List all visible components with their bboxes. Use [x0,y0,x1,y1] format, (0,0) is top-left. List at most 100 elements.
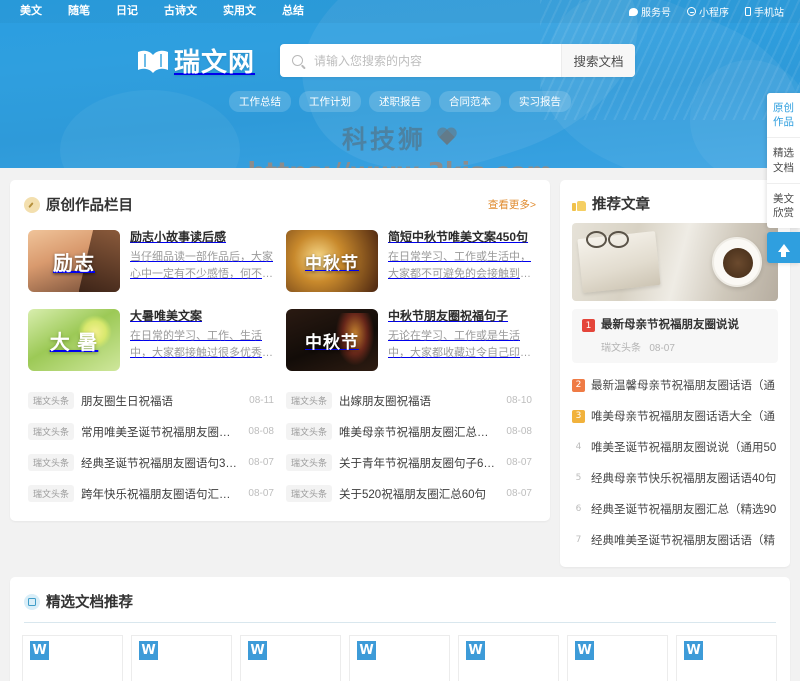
article-description: 在日常的学习、工作、生活中，大家都接触过很多优秀的文案吧，文案用 [130,330,273,360]
link-date: 08-07 [248,457,274,468]
hot-tag-contract-template[interactable]: 合同范本 [439,91,501,112]
service-account-link[interactable]: 服务号 [629,4,671,19]
mobile-site-link[interactable]: 手机站 [745,4,784,19]
hot-tag-work-summary[interactable]: 工作总结 [229,91,291,112]
article-card-grid: 励志 励志小故事读后感 当仔细品读一部作品后，大家心中一定有不少感悟，何不静下心… [10,225,550,383]
word-file-icon: W [30,641,49,661]
document-thumbnail[interactable]: W [676,635,777,681]
search-box: 搜索文档 [280,44,636,77]
ranked-article-title[interactable]: 经典母亲节快乐祝福朋友圈话语40句 [591,470,778,486]
link-date: 08-07 [506,488,532,499]
recommended-articles-panel: 推荐文章 1 最新母亲节祝福朋友圈说说 瑞文头条 08-07 2 最新温馨母亲节… [560,180,790,568]
ranked-article-title[interactable]: 经典唯美圣诞节祝福朋友圈话语（精 [591,532,778,548]
original-works-header: 原创作品栏目 查看更多> [10,180,550,225]
document-thumbnail[interactable]: W [458,635,559,681]
wechat-icon [629,7,638,16]
link-title[interactable]: 经典圣诞节祝福朋友圈语句30句精选 [81,455,241,471]
list-item[interactable]: 瑞文头条 经典圣诞节祝福朋友圈语句30句精选 08-07 [22,447,280,478]
float-nav-item-essay-appreciation[interactable]: 美文 欣赏 [767,184,800,228]
article-card[interactable]: 中秋节 中秋节朋友圈祝福句子 无论在学习、工作或是生活中，大家都收藏过令自己印象… [280,304,538,383]
article-title: 大暑唯美文案 [130,309,203,323]
article-card[interactable]: 中秋节 简短中秋节唯美文案450句 在日常学习、工作或生活中，大家都不可避免的会… [280,225,538,304]
topnav-item-suibi[interactable]: 随笔 [55,0,103,23]
thumbnail-caption: 大 暑 [49,331,99,354]
rank-badge: 6 [575,504,582,515]
list-item[interactable]: 瑞文头条 常用唯美圣诞节祝福朋友圈大全（通... 08-08 [22,416,280,447]
document-thumbnail[interactable]: W [240,635,341,681]
floating-side-nav: 原创 作品 精选 文档 美文 欣赏 [767,93,800,264]
recommended-title: 推荐文章 [592,197,650,213]
link-title[interactable]: 常用唯美圣诞节祝福朋友圈大全（通... [81,424,241,440]
document-thumbnail[interactable]: W [131,635,232,681]
topnav-item-meiwen[interactable]: 美文 [14,0,55,23]
word-file-icon: W [466,641,485,661]
view-more-link[interactable]: 查看更多> [488,197,536,212]
link-title[interactable]: 跨年快乐祝福朋友圈语句汇总（精选... [81,486,241,502]
float-nav-item-featured-docs[interactable]: 精选 文档 [767,138,800,184]
arrow-up-icon [777,243,790,257]
ranked-article-title[interactable]: 经典圣诞节祝福朋友圈汇总（精选90 [591,501,778,517]
list-item[interactable]: 6 经典圣诞节祝福朋友圈汇总（精选90 [572,493,778,524]
link-title[interactable]: 唯美母亲节祝福朋友圈汇总（精选80... [339,424,499,440]
ranked-article-list: 2 最新温馨母亲节祝福朋友圈话语（通 3 唯美母亲节祝福朋友圈话语大全（通 4 … [560,363,790,567]
document-thumbnail[interactable]: W [349,635,450,681]
back-to-top-button[interactable] [767,232,800,264]
topnav-item-shiyongwen[interactable]: 实用文 [210,0,269,23]
list-item[interactable]: 5 经典母亲节快乐祝福朋友圈话语40句 [572,462,778,493]
list-item[interactable]: 瑞文头条 关于青年节祝福朋友圈句子60句精选 08-07 [280,447,538,478]
article-title: 简短中秋节唯美文案450句 [388,230,529,244]
featured-article-source: 瑞文头条 [601,343,641,355]
search-button[interactable]: 搜索文档 [561,44,636,77]
ranked-article-title[interactable]: 最新温馨母亲节祝福朋友圈话语（通 [591,377,778,393]
article-thumbnail: 励志 [28,230,120,292]
topnav-item-riji[interactable]: 日记 [103,0,151,23]
hot-tag-debriefing-report[interactable]: 述职报告 [369,91,431,112]
featured-article[interactable]: 1 最新母亲节祝福朋友圈说说 瑞文头条 08-07 [572,309,778,364]
document-thumbnail[interactable]: W [22,635,123,681]
original-works-title: 原创作品栏目 [46,198,133,214]
link-title[interactable]: 关于青年节祝福朋友圈句子60句精选 [339,455,499,471]
float-nav-item-original-works[interactable]: 原创 作品 [767,93,800,139]
site-header: 美文 随笔 日记 古诗文 实用文 总结 服务号 小程序 手机站 瑞文网 请输入您… [0,0,800,168]
float-nav-line1: 原创 [773,102,794,114]
ranked-article-title[interactable]: 唯美母亲节祝福朋友圈话语大全（通 [591,408,778,424]
word-file-icon: W [684,641,703,661]
topnav-item-gushiwen[interactable]: 古诗文 [151,0,210,23]
article-title: 励志小故事读后感 [130,230,227,244]
link-title[interactable]: 出嫁朋友圈祝福语 [339,393,499,409]
float-nav-line2: 欣赏 [773,206,794,219]
list-item[interactable]: 2 最新温馨母亲节祝福朋友圈话语（通 [572,369,778,400]
top-navigation: 美文 随笔 日记 古诗文 实用文 总结 [14,0,317,23]
search-input[interactable] [314,44,562,77]
site-logo[interactable]: 瑞文网 [136,42,255,79]
list-item[interactable]: 瑞文头条 出嫁朋友圈祝福语 08-10 [280,385,538,416]
list-item[interactable]: 3 唯美母亲节祝福朋友圈话语大全（通 [572,400,778,431]
mini-program-link[interactable]: 小程序 [687,4,729,19]
list-item[interactable]: 瑞文头条 唯美母亲节祝福朋友圈汇总（精选80... 08-08 [280,416,538,447]
glasses-graphic [586,231,632,248]
article-card[interactable]: 大 暑 大暑唯美文案 在日常的学习、工作、生活中，大家都接触过很多优秀的文案吧，… [22,304,280,383]
hot-tag-work-plan[interactable]: 工作计划 [299,91,361,112]
link-date: 08-08 [248,426,274,437]
rank-badge: 2 [572,378,585,392]
word-file-icon: W [248,641,267,661]
list-item[interactable]: 瑞文头条 关于520祝福朋友圈汇总60句 08-07 [280,478,538,509]
link-date: 08-08 [506,426,532,437]
topnav-item-zongjie[interactable]: 总结 [269,0,317,23]
ranked-article-title[interactable]: 唯美圣诞节祝福朋友圈说说（通用50 [591,439,778,455]
thumbnail-caption: 中秋节 [305,332,359,352]
link-title[interactable]: 朋友圈生日祝福语 [81,393,242,409]
list-item[interactable]: 7 经典唯美圣诞节祝福朋友圈话语（精 [572,524,778,555]
article-link-list: 瑞文头条 朋友圈生日祝福语 08-11 瑞文头条 出嫁朋友圈祝福语 08-10 … [10,383,550,521]
article-card[interactable]: 励志 励志小故事读后感 当仔细品读一部作品后，大家心中一定有不少感悟，何不静下心… [22,225,280,304]
document-thumbnail[interactable]: W [567,635,668,681]
article-title: 中秋节朋友圈祝福句子 [388,309,509,323]
list-item[interactable]: 瑞文头条 跨年快乐祝福朋友圈语句汇总（精选... 08-07 [22,478,280,509]
source-tag: 瑞文头条 [28,454,75,471]
list-item[interactable]: 4 唯美圣诞节祝福朋友圈说说（通用50 [572,431,778,462]
hot-tag-internship-report[interactable]: 实习报告 [509,91,571,112]
thumbnail-caption: 励志 [53,252,95,275]
list-item[interactable]: 瑞文头条 朋友圈生日祝福语 08-11 [22,385,280,416]
featured-article-image-wrap[interactable] [560,223,790,301]
link-title[interactable]: 关于520祝福朋友圈汇总60句 [339,486,499,502]
